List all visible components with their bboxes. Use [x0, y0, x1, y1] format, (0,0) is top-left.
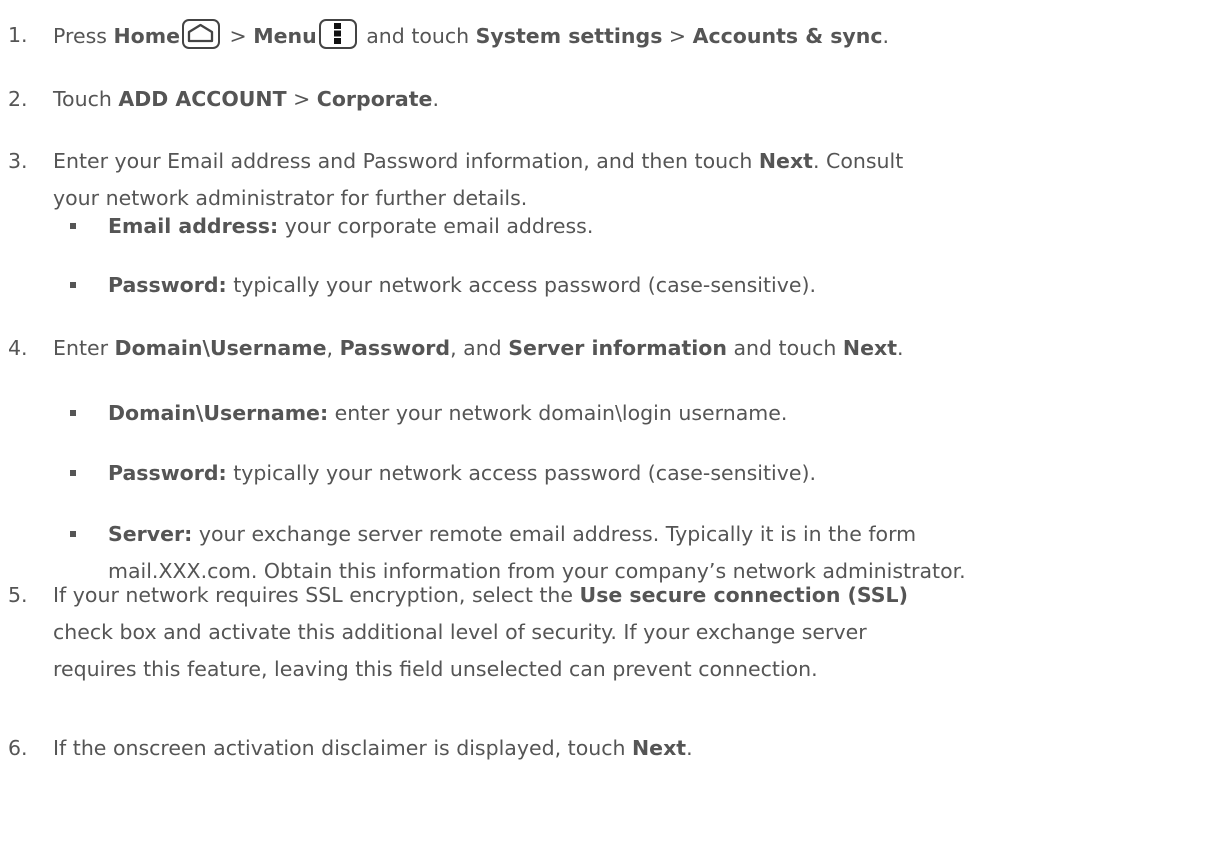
bold-term: Email address: — [108, 214, 279, 238]
step-text-line: check box and activate this additional l… — [53, 619, 867, 645]
menu-icon — [318, 19, 357, 49]
text-run: typically your network access password (… — [226, 461, 816, 485]
bullet-text-line: Server: your exchange server remote emai… — [108, 521, 916, 547]
bold-term: Next — [758, 149, 813, 173]
bullet-text-line: Password: typically your network access … — [108, 272, 816, 298]
bullet-marker — [70, 410, 76, 416]
step-number: 3. — [8, 149, 28, 173]
step-text-line: requires this feature, leaving this fiel… — [53, 656, 818, 682]
text-run: , — [326, 336, 340, 360]
bold-term: Password: — [108, 461, 227, 485]
bold-term: Domain\Username — [114, 336, 327, 360]
text-run: If your network requires SSL encryption,… — [53, 583, 580, 607]
step-text-line: Touch ADD ACCOUNT > Corporate. — [53, 86, 439, 112]
bold-term: ADD ACCOUNT — [118, 87, 287, 111]
step-text-line: your network administrator for further d… — [53, 185, 527, 211]
bullet-text-line: Email address: your corporate email addr… — [108, 213, 593, 239]
text-run: check box and activate this additional l… — [53, 620, 867, 644]
text-run: Press — [53, 24, 114, 48]
bold-term: Corporate — [316, 87, 433, 111]
step-number: 4. — [8, 336, 28, 360]
text-run: mail.XXX.com. Obtain this information fr… — [108, 559, 966, 583]
bullet-text-line: Domain\Username: enter your network doma… — [108, 400, 787, 426]
step-number: 5. — [8, 583, 28, 607]
text-run: . — [686, 736, 693, 760]
home-icon — [182, 19, 220, 49]
bold-term: Menu — [253, 24, 317, 48]
text-run: . Consult — [812, 149, 904, 173]
bold-term: Home — [113, 24, 180, 48]
bullet-text-line: mail.XXX.com. Obtain this information fr… — [108, 558, 966, 584]
text-run: . — [432, 87, 439, 111]
step-number: 1. — [8, 23, 28, 47]
text-run: typically your network access password (… — [226, 273, 816, 297]
step-number: 2. — [8, 87, 28, 111]
step-number: 6. — [8, 736, 28, 760]
text-run: your network administrator for further d… — [53, 186, 528, 210]
bold-term: System settings — [475, 24, 663, 48]
bold-term: Next — [842, 336, 897, 360]
text-run: requires this feature, leaving this fiel… — [53, 657, 818, 681]
bold-term: Accounts & sync — [692, 24, 883, 48]
text-run: Enter your Email address and Password in… — [53, 149, 759, 173]
bullet-marker — [70, 531, 76, 537]
bold-term: Server information — [508, 336, 727, 360]
bullet-text-line: Password: typically your network access … — [108, 460, 816, 486]
step-text-line: If your network requires SSL encryption,… — [53, 582, 908, 608]
bullet-marker — [70, 223, 76, 229]
text-run: > — [223, 24, 254, 48]
step-text-line: Press Home > Menu and touch System setti… — [53, 19, 890, 52]
step-text-line: If the onscreen activation disclaimer is… — [53, 735, 693, 761]
text-run: your corporate email address. — [278, 214, 594, 238]
text-run: > — [286, 87, 317, 111]
text-run: . — [897, 336, 904, 360]
bold-term: Password: — [108, 273, 227, 297]
bold-term: Use secure connection (SSL) — [579, 583, 908, 607]
bold-term: Domain\Username: — [108, 401, 329, 425]
text-run: If the onscreen activation disclaimer is… — [53, 736, 633, 760]
bold-term: Password — [339, 336, 451, 360]
text-run: Touch — [53, 87, 119, 111]
bullet-marker — [70, 470, 76, 476]
bullet-marker — [70, 282, 76, 288]
text-run: enter your network domain\login username… — [328, 401, 788, 425]
bold-term: Server: — [108, 522, 193, 546]
text-run: , and — [450, 336, 509, 360]
step-text-line: Enter your Email address and Password in… — [53, 148, 903, 174]
bold-term: Next — [632, 736, 687, 760]
text-run: . — [882, 24, 890, 48]
text-run: and touch — [359, 24, 476, 48]
step-text-line: Enter Domain\Username, Password, and Ser… — [53, 335, 904, 361]
text-run: > — [662, 24, 693, 48]
text-run: Enter — [53, 336, 115, 360]
text-run: and touch — [726, 336, 843, 360]
text-run: your exchange server remote email addres… — [192, 522, 917, 546]
